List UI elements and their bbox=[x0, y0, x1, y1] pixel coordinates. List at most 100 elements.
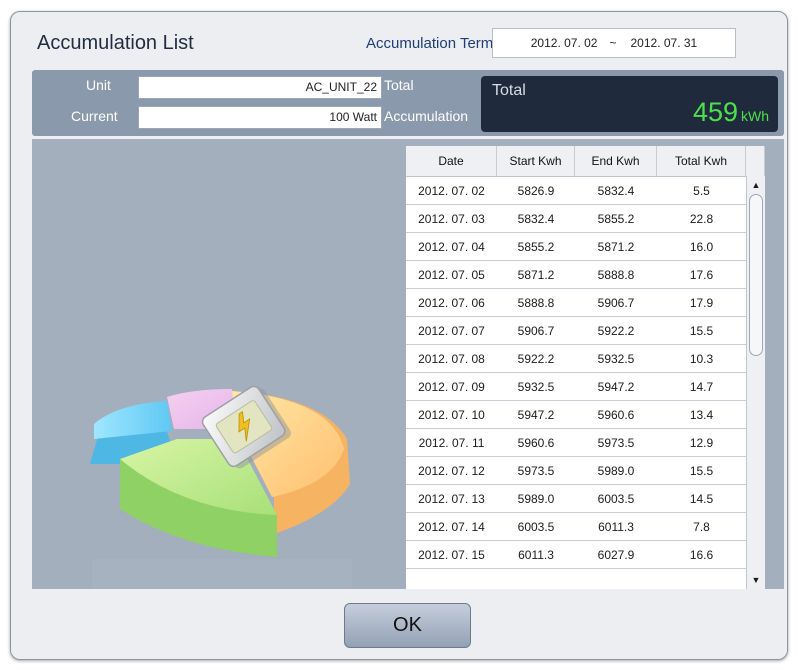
cell-start-kwh: 5826.9 bbox=[517, 183, 555, 198]
table-header: Date Start Kwh End Kwh Total Kwh bbox=[406, 146, 765, 177]
table-row[interactable]: 2012. 07. 09 5932.5 5947.2 14.7 bbox=[406, 373, 765, 401]
total-value-unit: kWh bbox=[741, 108, 769, 124]
table-row[interactable]: 2012. 07. 03 5832.4 5855.2 22.8 bbox=[406, 205, 765, 233]
cell-total-kwh: 7.8 bbox=[693, 519, 710, 534]
total-value: 459 kWh bbox=[693, 97, 769, 128]
cell-start-kwh: 6003.5 bbox=[517, 519, 555, 534]
cell-end-kwh: 5989.0 bbox=[597, 463, 635, 478]
cell-end-kwh: 5973.5 bbox=[597, 435, 635, 450]
cell-start-kwh: 5989.0 bbox=[517, 491, 555, 506]
cell-start-kwh: 5922.2 bbox=[517, 351, 555, 366]
term-separator: ~ bbox=[609, 36, 617, 50]
cell-start-kwh: 5932.5 bbox=[517, 379, 555, 394]
table-body: 2012. 07. 02 5826.9 5832.4 5.5 2012. 07. 03… bbox=[406, 177, 765, 569]
accumulation-table: Date Start Kwh End Kwh Total Kwh 2012. 0… bbox=[406, 146, 765, 589]
cell-date: 2012. 07. 11 bbox=[418, 435, 485, 450]
cell-total-kwh: 10.3 bbox=[689, 351, 714, 366]
table-row[interactable]: 2012. 07. 07 5906.7 5922.2 15.5 bbox=[406, 317, 765, 345]
cell-end-kwh: 5855.2 bbox=[597, 211, 635, 226]
total-value-number: 459 bbox=[692, 97, 738, 127]
pie-chart-with-energy-card-icon bbox=[90, 385, 352, 589]
cell-date: 2012. 07. 06 bbox=[418, 295, 485, 310]
cell-end-kwh: 6011.3 bbox=[598, 519, 634, 534]
total-display: Total 459 kWh bbox=[481, 76, 778, 132]
table-row[interactable]: 2012. 07. 13 5989.0 6003.5 14.5 bbox=[406, 485, 765, 513]
column-header-total-kwh[interactable]: Total Kwh bbox=[657, 146, 746, 176]
table-row[interactable]: 2012. 07. 06 5888.8 5906.7 17.9 bbox=[406, 289, 765, 317]
total-accumulation-label-line1: Total bbox=[384, 77, 414, 93]
cell-total-kwh: 13.4 bbox=[689, 407, 714, 422]
accumulation-list-dialog: Accumulation List Accumulation Term 2012… bbox=[10, 11, 788, 660]
cell-date: 2012. 07. 12 bbox=[418, 463, 485, 478]
accumulation-term-label: Accumulation Term bbox=[366, 35, 494, 52]
cell-end-kwh: 6003.5 bbox=[597, 491, 635, 506]
table-row[interactable]: 2012. 07. 08 5922.2 5932.5 10.3 bbox=[406, 345, 765, 373]
cell-total-kwh: 12.9 bbox=[689, 435, 714, 450]
cell-start-kwh: 5832.4 bbox=[517, 211, 555, 226]
cell-total-kwh: 15.5 bbox=[689, 323, 714, 338]
cell-start-kwh: 6011.3 bbox=[518, 547, 554, 562]
column-header-date[interactable]: Date bbox=[406, 146, 497, 176]
cell-date: 2012. 07. 15 bbox=[418, 547, 485, 562]
pie-chart-illustration bbox=[32, 139, 404, 589]
cell-start-kwh: 5947.2 bbox=[517, 407, 555, 422]
table-scrollbar[interactable]: ▲ ▼ bbox=[746, 176, 765, 589]
cell-date: 2012. 07. 05 bbox=[418, 267, 485, 282]
current-label: Current bbox=[71, 108, 118, 124]
ok-button[interactable]: OK bbox=[344, 603, 471, 648]
table-row[interactable]: 2012. 07. 10 5947.2 5960.6 13.4 bbox=[406, 401, 765, 429]
cell-date: 2012. 07. 08 bbox=[418, 351, 485, 366]
table-row[interactable]: 2012. 07. 02 5826.9 5832.4 5.5 bbox=[406, 177, 765, 205]
table-row[interactable]: 2012. 07. 12 5973.5 5989.0 15.5 bbox=[406, 457, 765, 485]
cell-end-kwh: 6027.9 bbox=[597, 547, 635, 562]
table-row[interactable]: 2012. 07. 05 5871.2 5888.8 17.6 bbox=[406, 261, 765, 289]
scroll-up-arrow-icon[interactable]: ▲ bbox=[749, 178, 763, 192]
scroll-thumb[interactable] bbox=[749, 194, 763, 356]
accumulation-term-field[interactable]: 2012. 07. 02 ~ 2012. 07. 31 bbox=[492, 28, 736, 58]
cell-end-kwh: 5832.4 bbox=[597, 183, 635, 198]
current-field: 100 Watt bbox=[138, 106, 382, 129]
cell-date: 2012. 07. 07 bbox=[418, 323, 485, 338]
cell-total-kwh: 22.8 bbox=[689, 211, 714, 226]
cell-start-kwh: 5973.5 bbox=[517, 463, 555, 478]
cell-date: 2012. 07. 03 bbox=[418, 211, 485, 226]
cell-date: 2012. 07. 09 bbox=[418, 379, 485, 394]
unit-label: Unit bbox=[86, 77, 111, 93]
cell-total-kwh: 16.0 bbox=[689, 239, 714, 254]
cell-start-kwh: 5871.2 bbox=[517, 267, 555, 282]
cell-end-kwh: 5888.8 bbox=[597, 267, 635, 282]
term-end-date: 2012. 07. 31 bbox=[630, 36, 698, 50]
cell-date: 2012. 07. 14 bbox=[418, 519, 485, 534]
column-header-start-kwh[interactable]: Start Kwh bbox=[497, 146, 575, 176]
cell-end-kwh: 5960.6 bbox=[597, 407, 635, 422]
cell-date: 2012. 07. 04 bbox=[418, 239, 485, 254]
cell-start-kwh: 5960.6 bbox=[517, 435, 555, 450]
column-header-spacer bbox=[746, 146, 765, 176]
cell-total-kwh: 5.5 bbox=[693, 183, 710, 198]
cell-date: 2012. 07. 02 bbox=[418, 183, 485, 198]
scroll-down-arrow-icon[interactable]: ▼ bbox=[749, 573, 763, 587]
table-row[interactable]: 2012. 07. 14 6003.5 6011.3 7.8 bbox=[406, 513, 765, 541]
cell-total-kwh: 17.9 bbox=[689, 295, 714, 310]
cell-end-kwh: 5871.2 bbox=[597, 239, 635, 254]
unit-field: AC_UNIT_22 bbox=[138, 76, 382, 99]
column-header-end-kwh[interactable]: End Kwh bbox=[575, 146, 657, 176]
table-row[interactable]: 2012. 07. 11 5960.6 5973.5 12.9 bbox=[406, 429, 765, 457]
total-display-title: Total bbox=[492, 82, 526, 99]
table-row[interactable]: 2012. 07. 15 6011.3 6027.9 16.6 bbox=[406, 541, 765, 569]
dialog-title: Accumulation List bbox=[37, 32, 194, 54]
total-accumulation-label-line2: Accumulation bbox=[384, 108, 469, 124]
info-panel: Unit AC_UNIT_22 Current 100 Watt Total A… bbox=[32, 70, 784, 136]
cell-end-kwh: 5947.2 bbox=[597, 379, 635, 394]
cell-end-kwh: 5922.2 bbox=[597, 323, 635, 338]
content-area: Date Start Kwh End Kwh Total Kwh 2012. 0… bbox=[32, 139, 784, 589]
cell-total-kwh: 17.6 bbox=[689, 267, 714, 282]
cell-start-kwh: 5888.8 bbox=[517, 295, 555, 310]
cell-start-kwh: 5855.2 bbox=[517, 239, 555, 254]
cell-date: 2012. 07. 13 bbox=[418, 491, 485, 506]
term-start-date: 2012. 07. 02 bbox=[530, 36, 598, 50]
table-row[interactable]: 2012. 07. 04 5855.2 5871.2 16.0 bbox=[406, 233, 765, 261]
cell-end-kwh: 5906.7 bbox=[597, 295, 635, 310]
cell-total-kwh: 14.7 bbox=[689, 379, 714, 394]
cell-end-kwh: 5932.5 bbox=[597, 351, 635, 366]
